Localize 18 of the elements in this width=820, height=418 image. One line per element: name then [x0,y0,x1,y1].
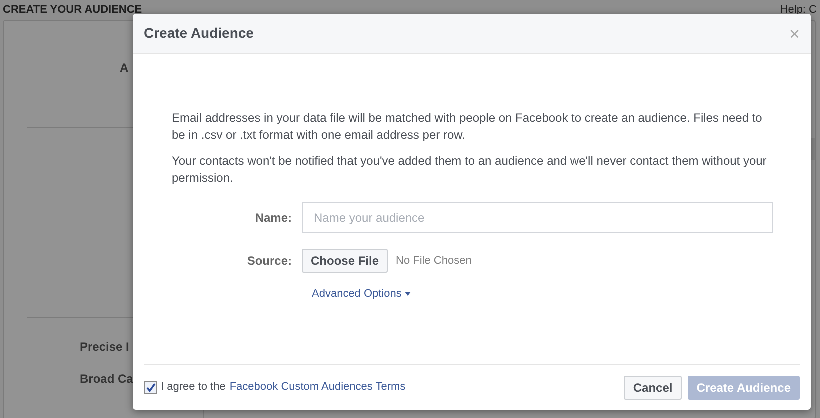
description-text: Your contacts won't be notified that you've added them to an audience and we'll never contact them without your permission. [172,153,768,187]
dialog-title: Create Audience [144,24,254,43]
page-title: CREATE YOUR AUDIENCE [3,3,142,18]
cancel-button[interactable]: Cancel [624,376,682,400]
caret-icon [404,292,411,296]
advanced-options-link[interactable]: Advanced Options [312,286,411,302]
name-label: Name: [254,210,293,226]
agree-text: I agree to the [161,380,226,396]
terms-link[interactable]: Facebook Custom Audiences Terms [230,379,406,396]
source-label: Source: [246,253,293,270]
panel-label: A [120,60,129,77]
description-text: Email addresses in your data file will be matched with people on Facebook to create an audience. Files need to be in .csv or .txt format with one email address per row. [172,110,764,144]
panel-label: Precise I [80,339,130,356]
agree-checkbox[interactable] [144,381,157,394]
choose-file-button[interactable]: Choose File [302,249,388,273]
name-field[interactable]: Name your audience [302,202,773,233]
panel-label: Broad Ca [80,371,134,388]
file-status: No File Chosen [396,254,472,269]
